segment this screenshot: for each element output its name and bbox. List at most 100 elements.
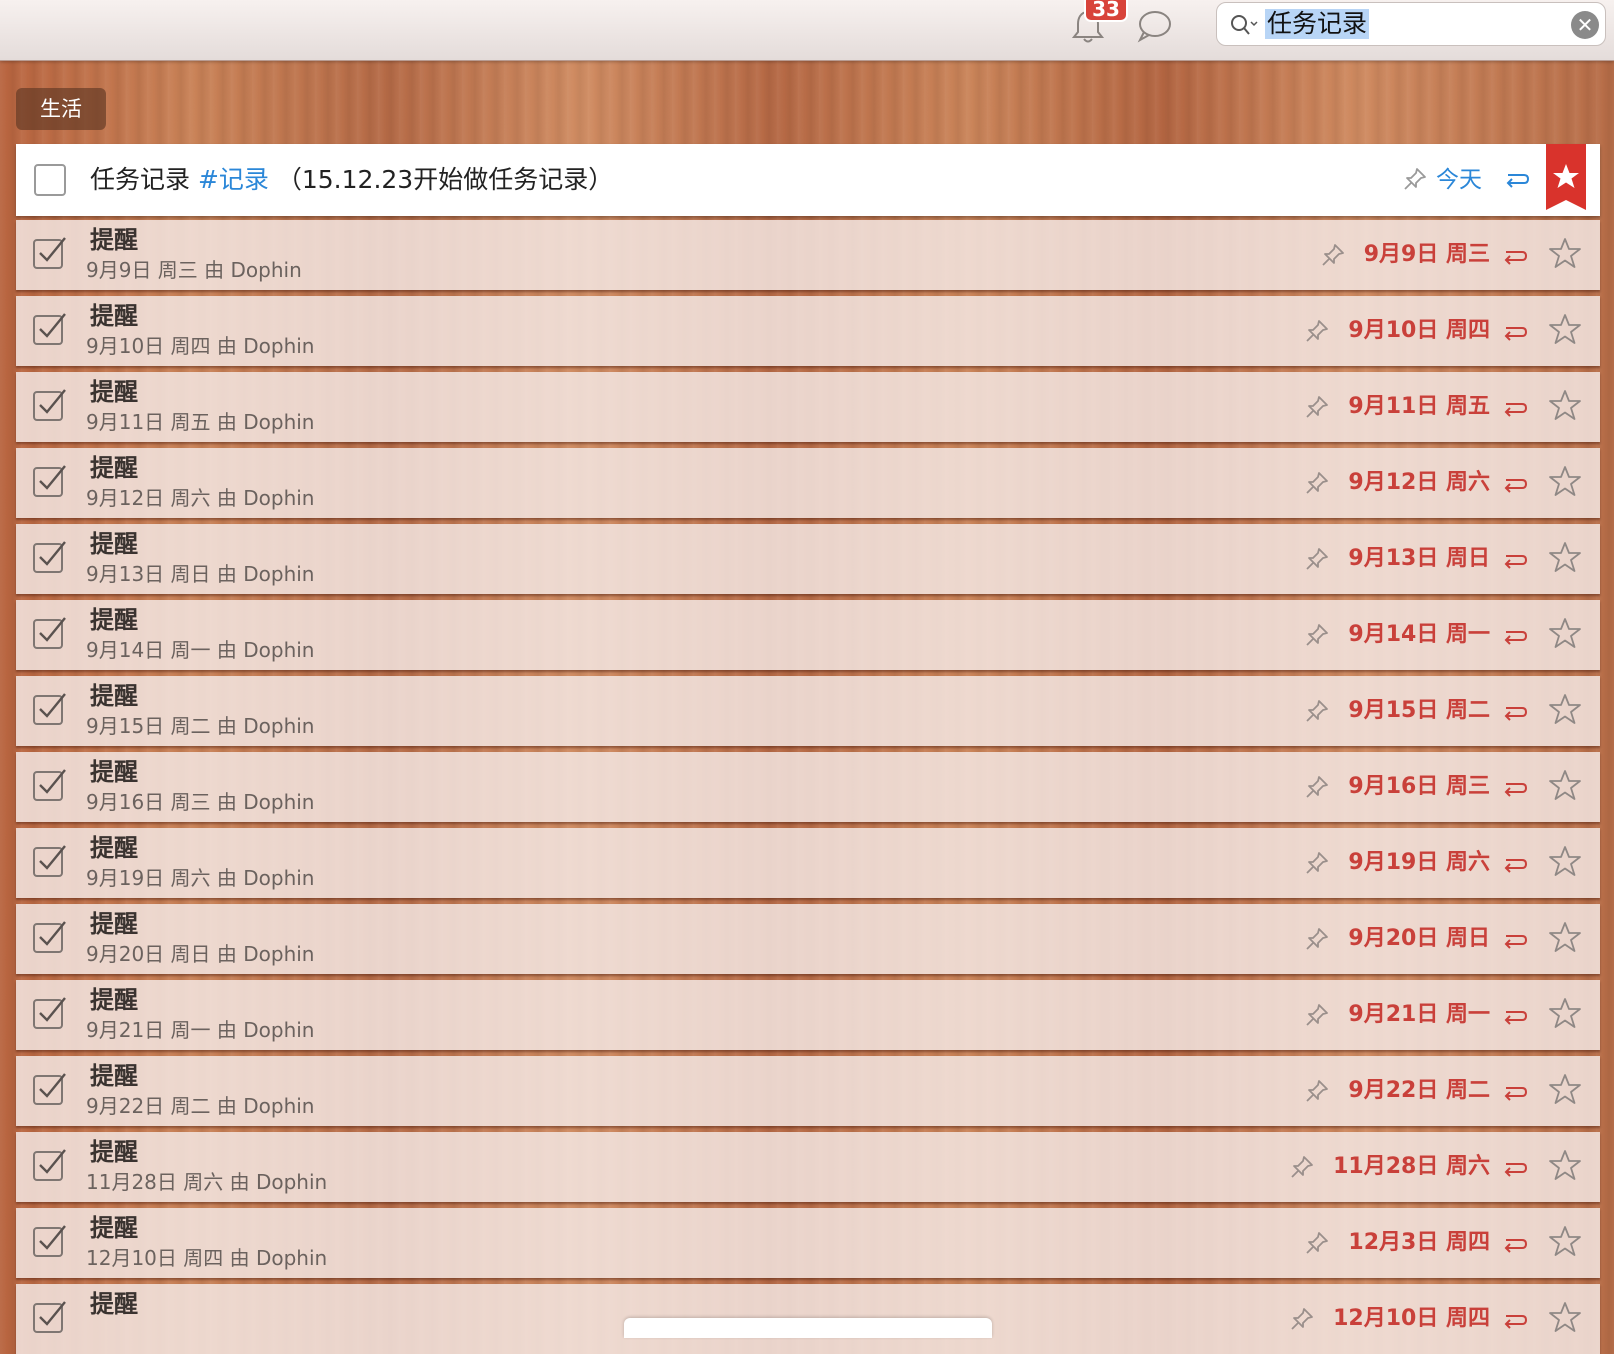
task-row[interactable]: 提醒 9月15日 周二 由 Dophin 9月15日 周二: [16, 676, 1600, 746]
task-row[interactable]: 提醒 9月12日 周六 由 Dophin 9月12日 周六: [16, 448, 1600, 518]
header-task-title[interactable]: 任务记录 #记录 （15.12.23开始做任务记录）: [90, 162, 613, 198]
pin-icon[interactable]: [1304, 774, 1330, 800]
task-completed-meta: 12月10日 周四 由 Dophin: [86, 1246, 328, 1270]
star-icon[interactable]: [1548, 464, 1582, 498]
repeat-icon: [1504, 251, 1528, 265]
checked-checkbox-icon[interactable]: [32, 1070, 68, 1106]
checked-checkbox-icon[interactable]: [32, 690, 68, 726]
star-icon[interactable]: [1548, 236, 1582, 270]
task-due-date[interactable]: 12月10日 周四: [1333, 1302, 1490, 1336]
search-input[interactable]: 任务记录: [1265, 9, 1370, 39]
pin-icon[interactable]: [1304, 1230, 1330, 1256]
checked-checkbox-icon[interactable]: [32, 234, 68, 270]
task-title: 提醒: [90, 1214, 138, 1242]
checked-checkbox-icon[interactable]: [32, 310, 68, 346]
task-due-date[interactable]: 9月19日 周六: [1348, 846, 1490, 880]
task-due-date[interactable]: 9月11日 周五: [1348, 390, 1490, 424]
star-icon[interactable]: [1548, 844, 1582, 878]
pin-icon[interactable]: [1304, 850, 1330, 876]
task-row[interactable]: 提醒 9月10日 周四 由 Dophin 9月10日 周四: [16, 296, 1600, 366]
pin-icon[interactable]: [1402, 166, 1428, 192]
task-due-date[interactable]: 9月13日 周日: [1348, 542, 1490, 576]
task-row[interactable]: 提醒 9月19日 周六 由 Dophin 9月19日 周六: [16, 828, 1600, 898]
star-icon[interactable]: [1548, 388, 1582, 422]
clear-search-icon[interactable]: ✕: [1571, 11, 1599, 39]
checked-checkbox-icon[interactable]: [32, 614, 68, 650]
task-row[interactable]: 提醒 11月28日 周六 由 Dophin 11月28日 周六: [16, 1132, 1600, 1202]
star-icon[interactable]: [1548, 1072, 1582, 1106]
task-row[interactable]: 提醒 9月21日 周一 由 Dophin 9月21日 周一: [16, 980, 1600, 1050]
pin-icon[interactable]: [1289, 1154, 1315, 1180]
bottom-panel-handle[interactable]: [624, 1318, 992, 1338]
star-icon[interactable]: [1548, 540, 1582, 574]
star-icon[interactable]: [1548, 1224, 1582, 1258]
pin-icon[interactable]: [1304, 926, 1330, 952]
task-row[interactable]: 提醒 9月22日 周二 由 Dophin 9月22日 周二: [16, 1056, 1600, 1126]
pin-icon[interactable]: [1304, 318, 1330, 344]
comment-icon[interactable]: [1134, 6, 1174, 46]
repeat-icon: [1504, 555, 1528, 569]
pin-icon[interactable]: [1304, 394, 1330, 420]
pin-icon[interactable]: [1304, 546, 1330, 572]
star-icon[interactable]: [1548, 920, 1582, 954]
task-row[interactable]: 提醒 9月14日 周一 由 Dophin 9月14日 周一: [16, 600, 1600, 670]
task-row[interactable]: 提醒 9月9日 周三 由 Dophin 9月9日 周三: [16, 220, 1600, 290]
task-completed-meta: 9月9日 周三 由 Dophin: [86, 258, 302, 282]
pin-icon[interactable]: [1304, 470, 1330, 496]
pin-icon[interactable]: [1289, 1306, 1315, 1332]
task-completed-meta: 9月19日 周六 由 Dophin: [86, 866, 315, 890]
star-ribbon-icon[interactable]: [1546, 144, 1586, 210]
star-icon[interactable]: [1548, 996, 1582, 1030]
hashtag-link[interactable]: #记录: [198, 165, 269, 194]
task-row[interactable]: 提醒 12月10日 周四 由 Dophin 12月3日 周四: [16, 1208, 1600, 1278]
task-row[interactable]: 提醒 9月13日 周日 由 Dophin 9月13日 周日: [16, 524, 1600, 594]
task-row[interactable]: 提醒 9月20日 周日 由 Dophin 9月20日 周日: [16, 904, 1600, 974]
star-icon[interactable]: [1548, 1300, 1582, 1334]
task-due-date[interactable]: 12月3日 周四: [1348, 1226, 1490, 1260]
task-due-date[interactable]: 9月15日 周二: [1348, 694, 1490, 728]
task-note-text: （15.12.23开始做任务记录）: [276, 165, 614, 194]
task-due-date[interactable]: 9月22日 周二: [1348, 1074, 1490, 1108]
task-due-date[interactable]: 9月16日 周三: [1348, 770, 1490, 804]
checked-checkbox-icon[interactable]: [32, 918, 68, 954]
star-icon[interactable]: [1548, 1148, 1582, 1182]
pin-icon[interactable]: [1304, 1078, 1330, 1104]
task-due-date[interactable]: 9月12日 周六: [1348, 466, 1490, 500]
search-field[interactable]: 任务记录 ✕: [1216, 2, 1606, 46]
list-name-tag[interactable]: 生活: [16, 88, 106, 130]
checked-checkbox-icon[interactable]: [32, 462, 68, 498]
header-task[interactable]: 任务记录 #记录 （15.12.23开始做任务记录） 今天: [16, 144, 1600, 216]
pin-icon[interactable]: [1304, 622, 1330, 648]
task-checkbox[interactable]: [34, 164, 66, 196]
checked-checkbox-icon[interactable]: [32, 1146, 68, 1182]
checked-checkbox-icon[interactable]: [32, 842, 68, 878]
pin-icon[interactable]: [1304, 698, 1330, 724]
checked-checkbox-icon[interactable]: [32, 994, 68, 1030]
task-due-date[interactable]: 9月9日 周三: [1364, 238, 1490, 272]
task-completed-meta: 11月28日 周六 由 Dophin: [86, 1170, 328, 1194]
checked-checkbox-icon[interactable]: [32, 1298, 68, 1334]
star-icon[interactable]: [1548, 616, 1582, 650]
task-row[interactable]: 提醒 9月16日 周三 由 Dophin 9月16日 周三: [16, 752, 1600, 822]
task-title: 提醒: [90, 1138, 138, 1166]
pin-icon[interactable]: [1304, 1002, 1330, 1028]
due-date-label[interactable]: 今天: [1436, 162, 1482, 198]
task-due-date[interactable]: 11月28日 周六: [1333, 1150, 1490, 1184]
task-completed-meta: 9月20日 周日 由 Dophin: [86, 942, 315, 966]
task-due-date[interactable]: 9月10日 周四: [1348, 314, 1490, 348]
repeat-icon: [1504, 327, 1528, 341]
task-due-date[interactable]: 9月20日 周日: [1348, 922, 1490, 956]
task-due-date[interactable]: 9月21日 周一: [1348, 998, 1490, 1032]
checked-checkbox-icon[interactable]: [32, 766, 68, 802]
task-title: 提醒: [90, 530, 138, 558]
task-due-date[interactable]: 9月14日 周一: [1348, 618, 1490, 652]
pin-icon[interactable]: [1320, 242, 1346, 268]
checked-checkbox-icon[interactable]: [32, 1222, 68, 1258]
star-icon[interactable]: [1548, 768, 1582, 802]
star-icon[interactable]: [1548, 692, 1582, 726]
task-row[interactable]: 提醒 9月11日 周五 由 Dophin 9月11日 周五: [16, 372, 1600, 442]
toolbar: 33 任务记录 ✕: [0, 0, 1614, 61]
star-icon[interactable]: [1548, 312, 1582, 346]
checked-checkbox-icon[interactable]: [32, 538, 68, 574]
checked-checkbox-icon[interactable]: [32, 386, 68, 422]
